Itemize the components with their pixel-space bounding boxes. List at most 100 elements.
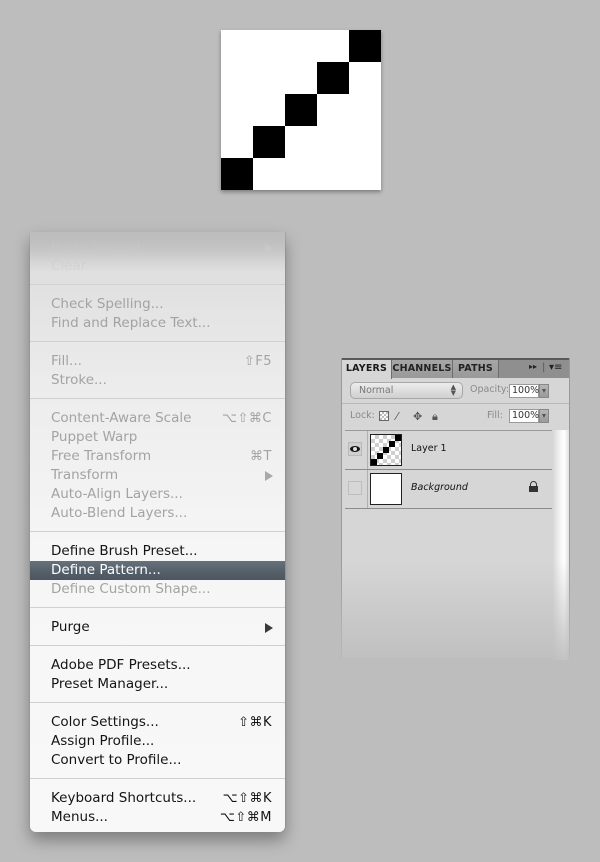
menu-item-label: Clear — [51, 258, 87, 274]
canvas-block — [317, 62, 349, 94]
tab-divider: | — [542, 362, 546, 373]
menu-item-label: Transform — [51, 467, 119, 483]
menu-item-label: Find and Replace Text... — [51, 315, 211, 331]
lock-fill-row: Lock: ⁄ ✥ 🔒︎ Fill: 100% — [342, 405, 569, 429]
menu-item-label: Paste Special — [51, 239, 141, 255]
menu-item-define-pattern[interactable]: Define Pattern... — [30, 561, 285, 580]
lock-all-icon[interactable]: 🔒︎ — [432, 410, 438, 424]
opacity-input[interactable]: 100% — [509, 384, 539, 398]
opacity-dropdown-button[interactable] — [539, 384, 549, 398]
menu-item-paste-special: Paste Special — [30, 238, 285, 257]
menu-item-menus[interactable]: Menus... ⌥⇧⌘M — [30, 808, 285, 827]
menu-item-content-aware-scale: Content-Aware Scale ⌥⇧⌘C — [30, 409, 285, 428]
menu-item-clear: Clear — [30, 257, 285, 276]
tab-paths[interactable]: PATHS — [453, 360, 499, 378]
submenu-arrow-icon — [265, 471, 273, 481]
menu-item-stroke: Stroke... — [30, 371, 285, 390]
menu-item-label: Define Brush Preset... — [51, 543, 198, 559]
thumbnail-block — [389, 441, 395, 447]
layers-panel: LAYERS CHANNELS PATHS ▸▸ | ▾≡ Normal ▲ ▼ … — [341, 358, 570, 660]
panel-menu-icon[interactable]: ▾≡ — [549, 362, 562, 373]
blend-mode-select[interactable]: Normal ▲ ▼ — [350, 382, 463, 399]
menu-item-fill: Fill... ⇧F5 — [30, 352, 285, 371]
layer-name: Layer 1 — [411, 443, 447, 454]
menu-item-keyboard-shortcuts[interactable]: Keyboard Shortcuts... ⌥⇧⌘K — [30, 789, 285, 808]
menu-item-assign-profile[interactable]: Assign Profile... — [30, 732, 285, 751]
menu-item-free-transform: Free Transform ⌘T — [30, 447, 285, 466]
menu-item-label: Auto-Blend Layers... — [51, 505, 188, 521]
visibility-cell — [345, 431, 368, 469]
menu-item-label: Color Settings... — [51, 714, 159, 730]
layer-row-layer-1[interactable]: Layer 1 — [345, 431, 552, 470]
menu-item-adobe-pdf-presets[interactable]: Adobe PDF Presets... — [30, 656, 285, 675]
menu-separator — [30, 531, 285, 532]
canvas-block — [221, 158, 253, 190]
lock-image-icon[interactable]: ⁄ — [396, 410, 398, 423]
edit-menu: Paste Special Clear Check Spelling... Fi… — [30, 232, 285, 832]
lock-position-icon[interactable]: ✥ — [413, 410, 422, 423]
menu-separator — [30, 778, 285, 779]
layers-scrollbar[interactable] — [553, 430, 569, 660]
canvas-block — [253, 126, 285, 158]
menu-item-auto-align-layers: Auto-Align Layers... — [30, 485, 285, 504]
menu-item-label: Define Custom Shape... — [51, 581, 211, 597]
menu-item-convert-to-profile[interactable]: Convert to Profile... — [30, 751, 285, 770]
menu-item-label: Fill... — [51, 353, 82, 369]
menu-item-label: Check Spelling... — [51, 296, 164, 312]
blend-mode-value: Normal — [359, 385, 394, 396]
menu-separator — [30, 702, 285, 703]
submenu-arrow-icon — [265, 243, 273, 253]
canvas-block — [349, 30, 381, 62]
menu-separator — [30, 341, 285, 342]
menu-item-color-settings[interactable]: Color Settings... ⇧⌘K — [30, 713, 285, 732]
menu-separator — [30, 607, 285, 608]
menu-item-label: Adobe PDF Presets... — [51, 657, 191, 673]
visibility-toggle-empty[interactable] — [348, 481, 362, 495]
opacity-label: Opacity: — [470, 384, 510, 395]
layer-thumbnail — [370, 473, 402, 505]
menu-item-define-custom-shape: Define Custom Shape... — [30, 580, 285, 599]
menu-item-purge[interactable]: Purge — [30, 618, 285, 637]
menu-item-label: Menus... — [51, 809, 108, 825]
lock-transparent-icon[interactable] — [379, 411, 389, 421]
menu-item-transform: Transform — [30, 466, 285, 485]
lock-icon — [529, 481, 538, 493]
menu-item-label: Auto-Align Layers... — [51, 486, 183, 502]
layer-thumbnail — [370, 434, 402, 466]
visibility-cell — [345, 470, 368, 508]
document-canvas — [221, 30, 381, 190]
submenu-arrow-icon — [265, 623, 273, 633]
menu-item-label: Keyboard Shortcuts... — [51, 790, 197, 806]
menu-item-label: Free Transform — [51, 448, 152, 464]
menu-item-shortcut: ⌘T — [250, 449, 272, 464]
lock-label: Lock: — [350, 410, 375, 421]
menu-item-preset-manager[interactable]: Preset Manager... — [30, 675, 285, 694]
thumbnail-block — [371, 459, 377, 465]
menu-separator — [30, 284, 285, 285]
menu-item-find-replace-text: Find and Replace Text... — [30, 314, 285, 333]
fill-dropdown-button[interactable] — [539, 409, 549, 423]
menu-item-shortcut: ⇧F5 — [243, 354, 272, 369]
thumbnail-block — [395, 435, 401, 441]
eye-icon[interactable] — [348, 442, 362, 456]
tab-channels[interactable]: CHANNELS — [392, 360, 453, 378]
menu-separator — [30, 398, 285, 399]
layer-row-background[interactable]: Background — [345, 470, 552, 509]
tab-layers[interactable]: LAYERS — [342, 360, 392, 379]
thumbnail-block — [377, 453, 383, 459]
menu-item-shortcut: ⇧⌘K — [238, 715, 272, 730]
layers-list: Layer 1 Background — [345, 430, 552, 660]
menu-item-label: Assign Profile... — [51, 733, 155, 749]
menu-item-define-brush-preset[interactable]: Define Brush Preset... — [30, 542, 285, 561]
fill-input[interactable]: 100% — [509, 409, 539, 423]
collapse-panel-icon[interactable]: ▸▸ — [529, 362, 537, 371]
panel-tab-bar: LAYERS CHANNELS PATHS ▸▸ | ▾≡ — [342, 358, 569, 379]
updown-arrows-icon: ▲ ▼ — [450, 383, 456, 397]
menu-item-label: Puppet Warp — [51, 429, 138, 445]
canvas-block — [285, 94, 317, 126]
menu-item-label: Purge — [51, 619, 90, 635]
thumbnail-block — [383, 447, 389, 453]
layer-name: Background — [411, 482, 468, 493]
menu-item-label: Preset Manager... — [51, 676, 169, 692]
menu-separator — [30, 645, 285, 646]
